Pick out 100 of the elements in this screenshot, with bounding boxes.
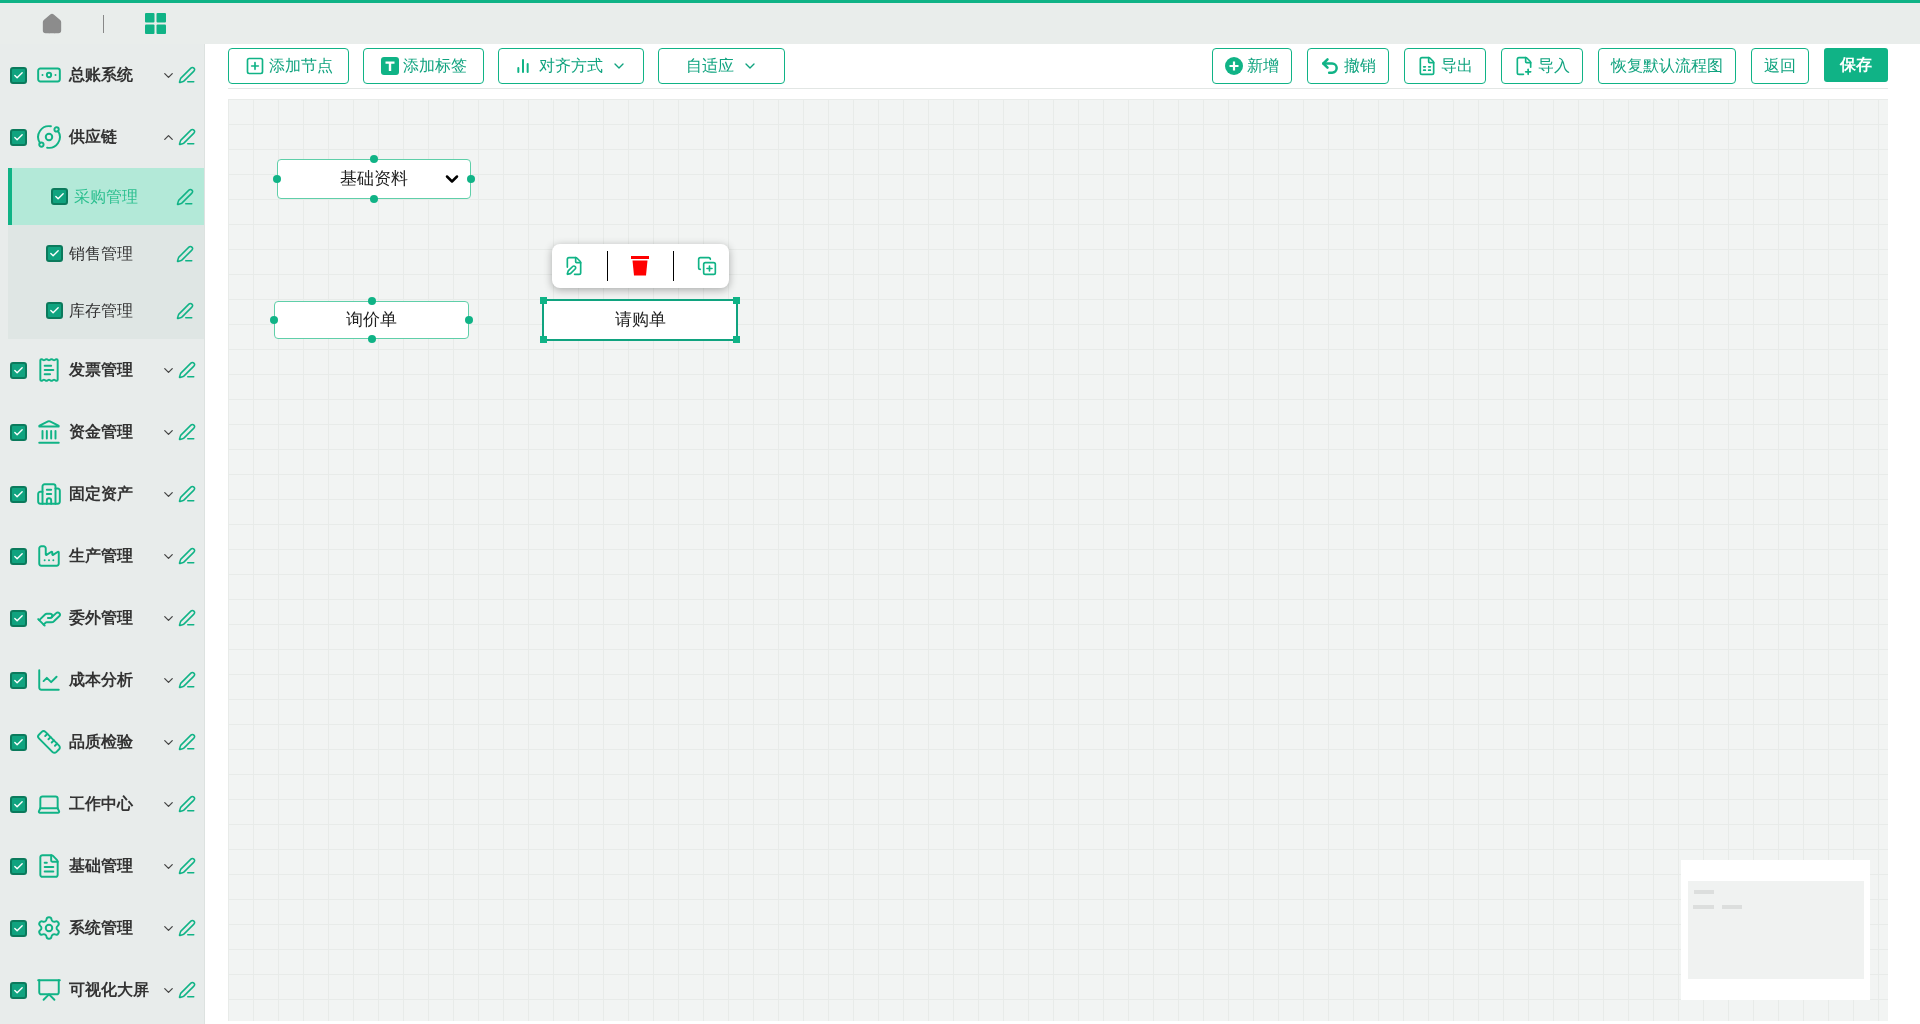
checkbox[interactable]: [10, 919, 27, 937]
checkbox[interactable]: [10, 733, 27, 751]
button-label: 对齐方式: [539, 56, 603, 76]
sidebar-item[interactable]: 基础管理: [0, 835, 204, 897]
resize-handle[interactable]: [733, 297, 740, 304]
checkbox[interactable]: [10, 609, 27, 627]
sidebar-item[interactable]: 发票管理: [0, 339, 204, 401]
connection-point[interactable]: [370, 195, 378, 203]
text-icon: [380, 57, 399, 75]
resize-handle[interactable]: [540, 297, 547, 304]
sidebar-item[interactable]: 总账系统: [0, 44, 204, 106]
edit-icon[interactable]: [176, 301, 194, 320]
flow-node[interactable]: 请购单: [542, 299, 738, 341]
check-icon: [13, 488, 24, 500]
checkbox[interactable]: [10, 795, 27, 813]
checkbox[interactable]: [10, 981, 27, 999]
check-icon: [13, 798, 24, 810]
checkbox[interactable]: [10, 857, 27, 875]
sidebar-item[interactable]: 系统管理: [0, 897, 204, 959]
checkbox[interactable]: [10, 128, 27, 146]
sidebar-label: 可视化大屏: [69, 980, 149, 1000]
flow-canvas[interactable]: 基础资料 询价单 请购单: [228, 99, 1888, 1021]
check-icon: [13, 984, 24, 996]
sidebar-label: 总账系统: [69, 65, 133, 85]
checkbox[interactable]: [10, 361, 27, 379]
receipt-icon: [36, 357, 62, 383]
connection-point[interactable]: [367, 335, 376, 343]
connection-point[interactable]: [273, 175, 281, 183]
node-label: 询价单: [346, 309, 397, 332]
node-label: 基础资料: [340, 168, 408, 191]
submenu-label: 销售管理: [69, 243, 133, 264]
sidebar-label: 发票管理: [69, 360, 133, 380]
bank-icon: [36, 419, 62, 445]
node-label: 请购单: [614, 309, 666, 332]
checkbox[interactable]: [51, 188, 68, 205]
screen-icon: [36, 977, 62, 1003]
button-label: 撤销: [1344, 56, 1376, 76]
button-label: 自适应: [685, 56, 734, 76]
checkbox[interactable]: [46, 302, 63, 319]
duplicate-icon[interactable]: [697, 256, 718, 276]
connection-point[interactable]: [370, 155, 378, 163]
grid-icon[interactable]: [145, 13, 166, 34]
check-icon: [13, 674, 24, 686]
check-icon: [13, 131, 24, 143]
connection-point[interactable]: [467, 175, 475, 183]
check-icon: [13, 612, 24, 624]
check-icon: [49, 305, 60, 316]
sidebar-item[interactable]: 供应链: [0, 106, 204, 168]
sidebar-label: 生产管理: [69, 546, 133, 566]
submenu-label: 采购管理: [74, 186, 138, 207]
sidebar-label: 委外管理: [69, 608, 133, 628]
checkbox[interactable]: [46, 245, 63, 262]
home-icon[interactable]: [40, 12, 63, 35]
building-icon: [36, 481, 62, 507]
sidebar-label: 基础管理: [69, 856, 133, 876]
orbit-icon: [36, 124, 62, 150]
button-label: 添加标签: [402, 56, 467, 76]
edit-icon[interactable]: [176, 187, 194, 206]
sidebar-item[interactable]: 可视化大屏: [0, 959, 204, 1021]
button-label: 恢复默认流程图: [1611, 56, 1723, 76]
trash-icon[interactable]: [631, 256, 650, 276]
sidebar-item[interactable]: 工作中心: [0, 773, 204, 835]
edit-icon[interactable]: [176, 244, 194, 263]
bar-chart-icon: [515, 58, 531, 74]
connection-point[interactable]: [270, 316, 278, 324]
sidebar-item[interactable]: 固定资产: [0, 463, 204, 525]
settings-icon: [36, 915, 62, 941]
add-icon: [1225, 57, 1243, 75]
ruler-icon: [36, 729, 62, 755]
document-icon: [36, 853, 62, 879]
submenu-label: 库存管理: [69, 300, 133, 321]
sidebar-item[interactable]: 品质检验: [0, 711, 204, 773]
sidebar-label: 固定资产: [69, 484, 133, 504]
sidebar-item[interactable]: 成本分析: [0, 649, 204, 711]
check-icon: [13, 364, 24, 376]
sidebar-label: 品质检验: [69, 732, 133, 752]
check-icon: [13, 736, 24, 748]
check-icon: [54, 191, 65, 202]
check-icon: [49, 248, 60, 259]
sidebar-item[interactable]: 生产管理: [0, 525, 204, 587]
connection-point[interactable]: [367, 297, 376, 305]
checkbox[interactable]: [10, 547, 27, 565]
check-icon: [13, 550, 24, 562]
checkbox[interactable]: [10, 423, 27, 441]
sidebar-label: 工作中心: [69, 794, 133, 814]
submenu-item[interactable]: 销售管理: [8, 225, 204, 282]
check-icon: [13, 69, 24, 81]
sidebar-label: 系统管理: [69, 918, 133, 938]
button-label: 新增: [1247, 56, 1279, 76]
sidebar-item[interactable]: 资金管理: [0, 401, 204, 463]
connection-point[interactable]: [465, 316, 473, 324]
resize-handle[interactable]: [733, 336, 740, 343]
resize-handle[interactable]: [540, 336, 547, 343]
checkbox[interactable]: [10, 66, 27, 84]
add-node-icon: [244, 56, 265, 76]
button-label: 添加节点: [268, 56, 333, 76]
submenu-item[interactable]: 库存管理: [8, 282, 204, 339]
checkbox[interactable]: [10, 671, 27, 689]
checkbox[interactable]: [10, 485, 27, 503]
sidebar-item[interactable]: 委外管理: [0, 587, 204, 649]
